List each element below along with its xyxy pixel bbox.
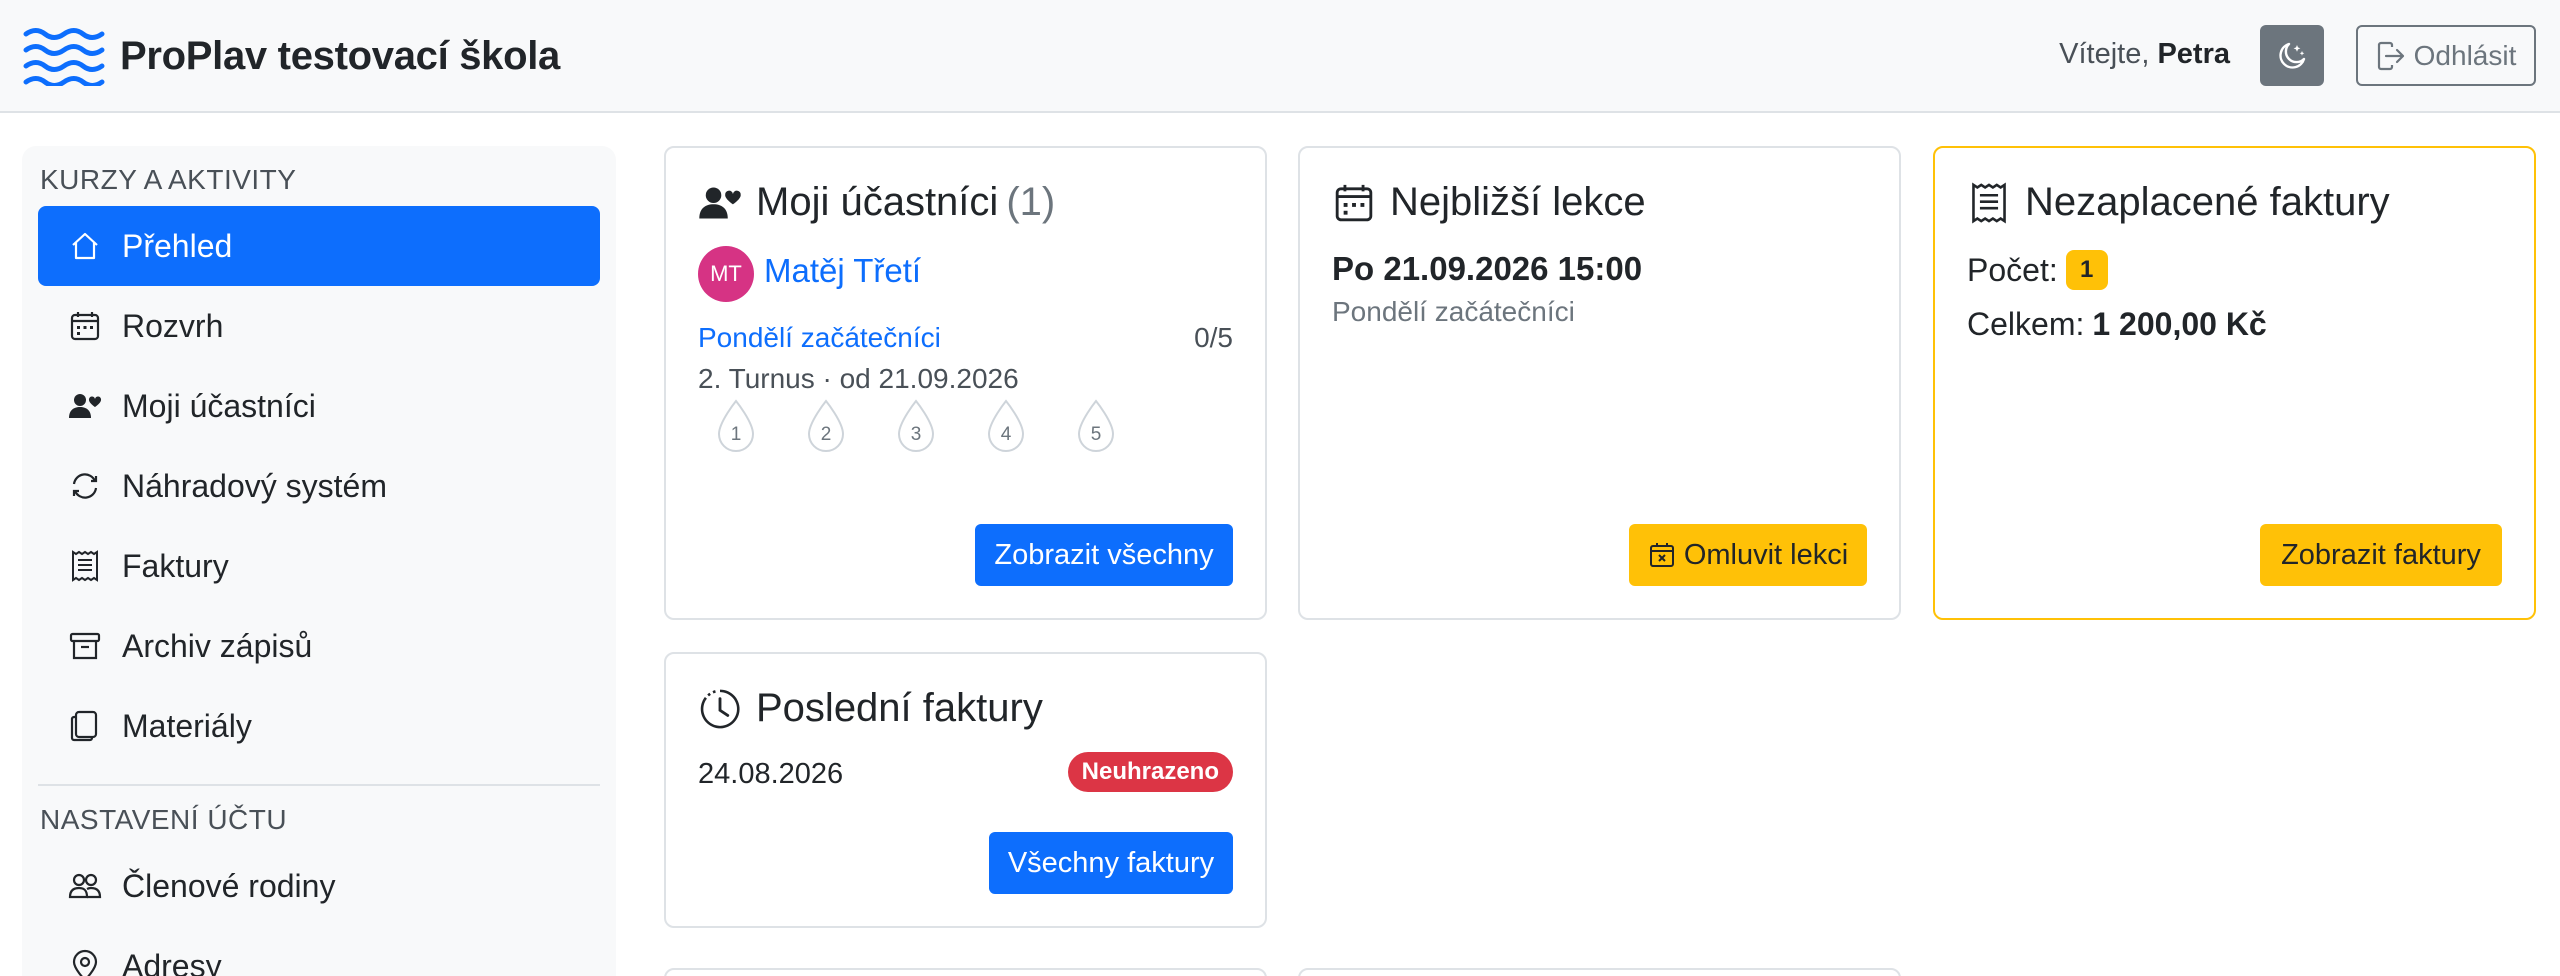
sidebar-item-clenove-rodiny[interactable]: Členové rodiny <box>38 846 600 926</box>
lesson-drop-icon: 2 <box>804 398 848 456</box>
unpaid-count-row: Počet: 1 <box>1967 250 2108 290</box>
arrow-repeat-icon <box>72 473 98 499</box>
card-title: Nezaplacené faktury <box>1967 180 2390 225</box>
people-icon <box>68 873 102 899</box>
lesson-drop-icon: 5 <box>1074 398 1118 456</box>
card-title: Nejbližší lekce <box>1332 180 1646 225</box>
status-badge: Neuhrazeno <box>1067 752 1233 792</box>
next-lesson-card: Nejbližší lekce Po 21.09.2026 15:00 Pond… <box>1298 146 1901 620</box>
theme-toggle-button[interactable] <box>2260 25 2324 86</box>
sidebar-item-nahradovy-system[interactable]: Náhradový systém <box>38 446 600 526</box>
all-invoices-button[interactable]: Všechny faktury <box>989 832 1233 894</box>
calendar-icon <box>1335 184 1373 221</box>
participants-card: Moji účastníci (1) MT Matěj Třetí Ponděl… <box>664 146 1267 620</box>
lesson-drop-icon: 1 <box>714 398 758 456</box>
school-name: ProPlav testovací škola <box>120 33 560 78</box>
sidebar-heading-courses: Kurzy a aktivity <box>40 164 297 195</box>
waves-logo-icon <box>23 28 105 86</box>
unpaid-invoices-card: Nezaplacené faktury Počet: 1 Celkem: 1 2… <box>1933 146 2536 620</box>
lesson-drops: 1 2 3 4 5 <box>714 398 1118 456</box>
sidebar-item-archiv-zapisu[interactable]: Archiv zápisů <box>38 606 600 686</box>
lesson-drop-icon: 4 <box>984 398 1028 456</box>
participant-link[interactable]: Matěj Třetí <box>764 252 921 290</box>
unpaid-count-badge: 1 <box>2065 250 2108 290</box>
top-navbar: ProPlav testovací škola Vítejte, Petra O… <box>0 0 2560 113</box>
partial-card <box>664 968 1267 976</box>
course-capacity: 0/5 <box>1194 322 1233 353</box>
partial-card <box>1298 968 1901 976</box>
receipt-icon <box>72 550 98 582</box>
box-arrow-right-icon <box>2377 41 2404 70</box>
user-name: Petra <box>2157 38 2230 70</box>
show-invoices-button[interactable]: Zobrazit faktury <box>2260 524 2502 586</box>
sidebar-item-moji-ucastnici[interactable]: Moji účastníci <box>38 366 600 446</box>
brand[interactable]: ProPlav testovací škola <box>22 26 560 86</box>
unpaid-total-value: 1 200,00 Kč <box>2092 306 2267 342</box>
course-meta: 2. Turnus · od 21.09.2026 <box>698 363 1019 394</box>
invoice-date: 24.08.2026 <box>698 758 844 790</box>
card-title: Poslední faktury <box>698 686 1043 731</box>
unpaid-total-row: Celkem: 1 200,00 Kč <box>1967 306 2267 342</box>
person-heart-icon <box>69 394 102 418</box>
sidebar-item-adresy[interactable]: Adresy <box>38 926 600 976</box>
welcome-text: Vítejte, Petra <box>2059 38 2230 70</box>
lesson-course-name: Pondělí začátečníci <box>1332 296 1575 327</box>
show-all-participants-button[interactable]: Zobrazit všechny <box>975 524 1233 586</box>
sidebar-divider <box>38 784 600 786</box>
sidebar-item-faktury[interactable]: Faktury <box>38 526 600 606</box>
course-link[interactable]: Pondělí začátečníci <box>698 322 941 354</box>
last-invoices-card: Poslední faktury 24.08.2026 Neuhrazeno V… <box>664 652 1267 928</box>
house-icon <box>72 232 98 260</box>
logout-button[interactable]: Odhlásit <box>2356 25 2536 86</box>
files-icon <box>70 710 98 742</box>
calendar-x-icon <box>1649 543 1674 567</box>
archive-icon <box>69 632 101 660</box>
receipt-icon <box>1972 181 2006 224</box>
calendar-icon <box>70 312 100 341</box>
card-title: Moji účastníci (1) <box>698 180 1055 225</box>
sidebar-heading-account: Nastavení účtu <box>40 804 288 835</box>
sidebar-item-prehled[interactable]: Přehled <box>38 206 600 286</box>
sidebar-item-rozvrh[interactable]: Rozvrh <box>38 286 600 366</box>
avatar: MT <box>698 246 754 302</box>
geo-icon <box>72 949 98 976</box>
person-heart-icon <box>699 186 741 219</box>
invoice-status: Neuhrazeno <box>1067 752 1233 792</box>
clock-history-icon <box>700 689 740 728</box>
sidebar: Kurzy a aktivity Přehled Rozvrh Moji úča… <box>22 146 616 976</box>
lesson-drop-icon: 3 <box>894 398 938 456</box>
lesson-datetime: Po 21.09.2026 15:00 <box>1332 250 1643 287</box>
participants-count: (1) <box>1006 180 1056 224</box>
sidebar-item-materialy[interactable]: Materiály <box>38 686 600 766</box>
moon-stars-icon <box>2279 42 2306 69</box>
excuse-lesson-button[interactable]: Omluvit lekci <box>1629 524 1867 586</box>
